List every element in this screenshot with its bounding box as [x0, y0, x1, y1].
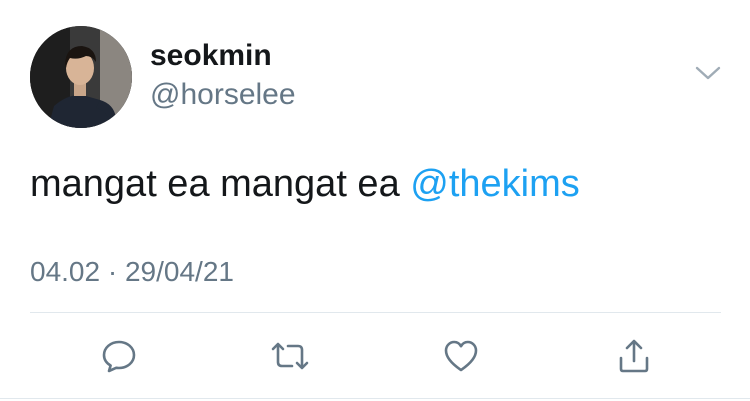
retweet-button[interactable]	[268, 334, 312, 378]
bottom-divider	[0, 398, 750, 399]
user-handle[interactable]: @horselee	[150, 78, 296, 112]
tweet-date: 29/04/21	[124, 256, 234, 287]
retweet-arrows-icon	[271, 342, 309, 370]
action-bar	[0, 334, 750, 378]
share-button[interactable]	[612, 334, 656, 378]
tweet-time: 04.02	[30, 256, 101, 287]
like-button[interactable]	[439, 334, 483, 378]
profile-photo-icon	[30, 26, 132, 128]
divider	[30, 312, 721, 313]
tweet-body: mangat ea mangat ea	[30, 163, 411, 205]
speech-bubble-icon	[102, 340, 136, 373]
share-upload-icon	[619, 339, 649, 373]
mention-link[interactable]: @thekims	[410, 163, 580, 205]
tweet-timestamp: 04.02 · 29/04/21	[30, 256, 234, 288]
chevron-down-icon[interactable]	[693, 62, 723, 84]
tweet-text: mangat ea mangat ea @thekims	[30, 163, 580, 206]
reply-button[interactable]	[97, 334, 141, 378]
tweet-card: seokmin @horselee mangat ea mangat ea @t…	[0, 0, 750, 401]
display-name[interactable]: seokmin	[150, 39, 272, 73]
meta-separator: ·	[107, 256, 118, 287]
avatar[interactable]	[30, 26, 132, 128]
heart-icon	[444, 340, 478, 372]
